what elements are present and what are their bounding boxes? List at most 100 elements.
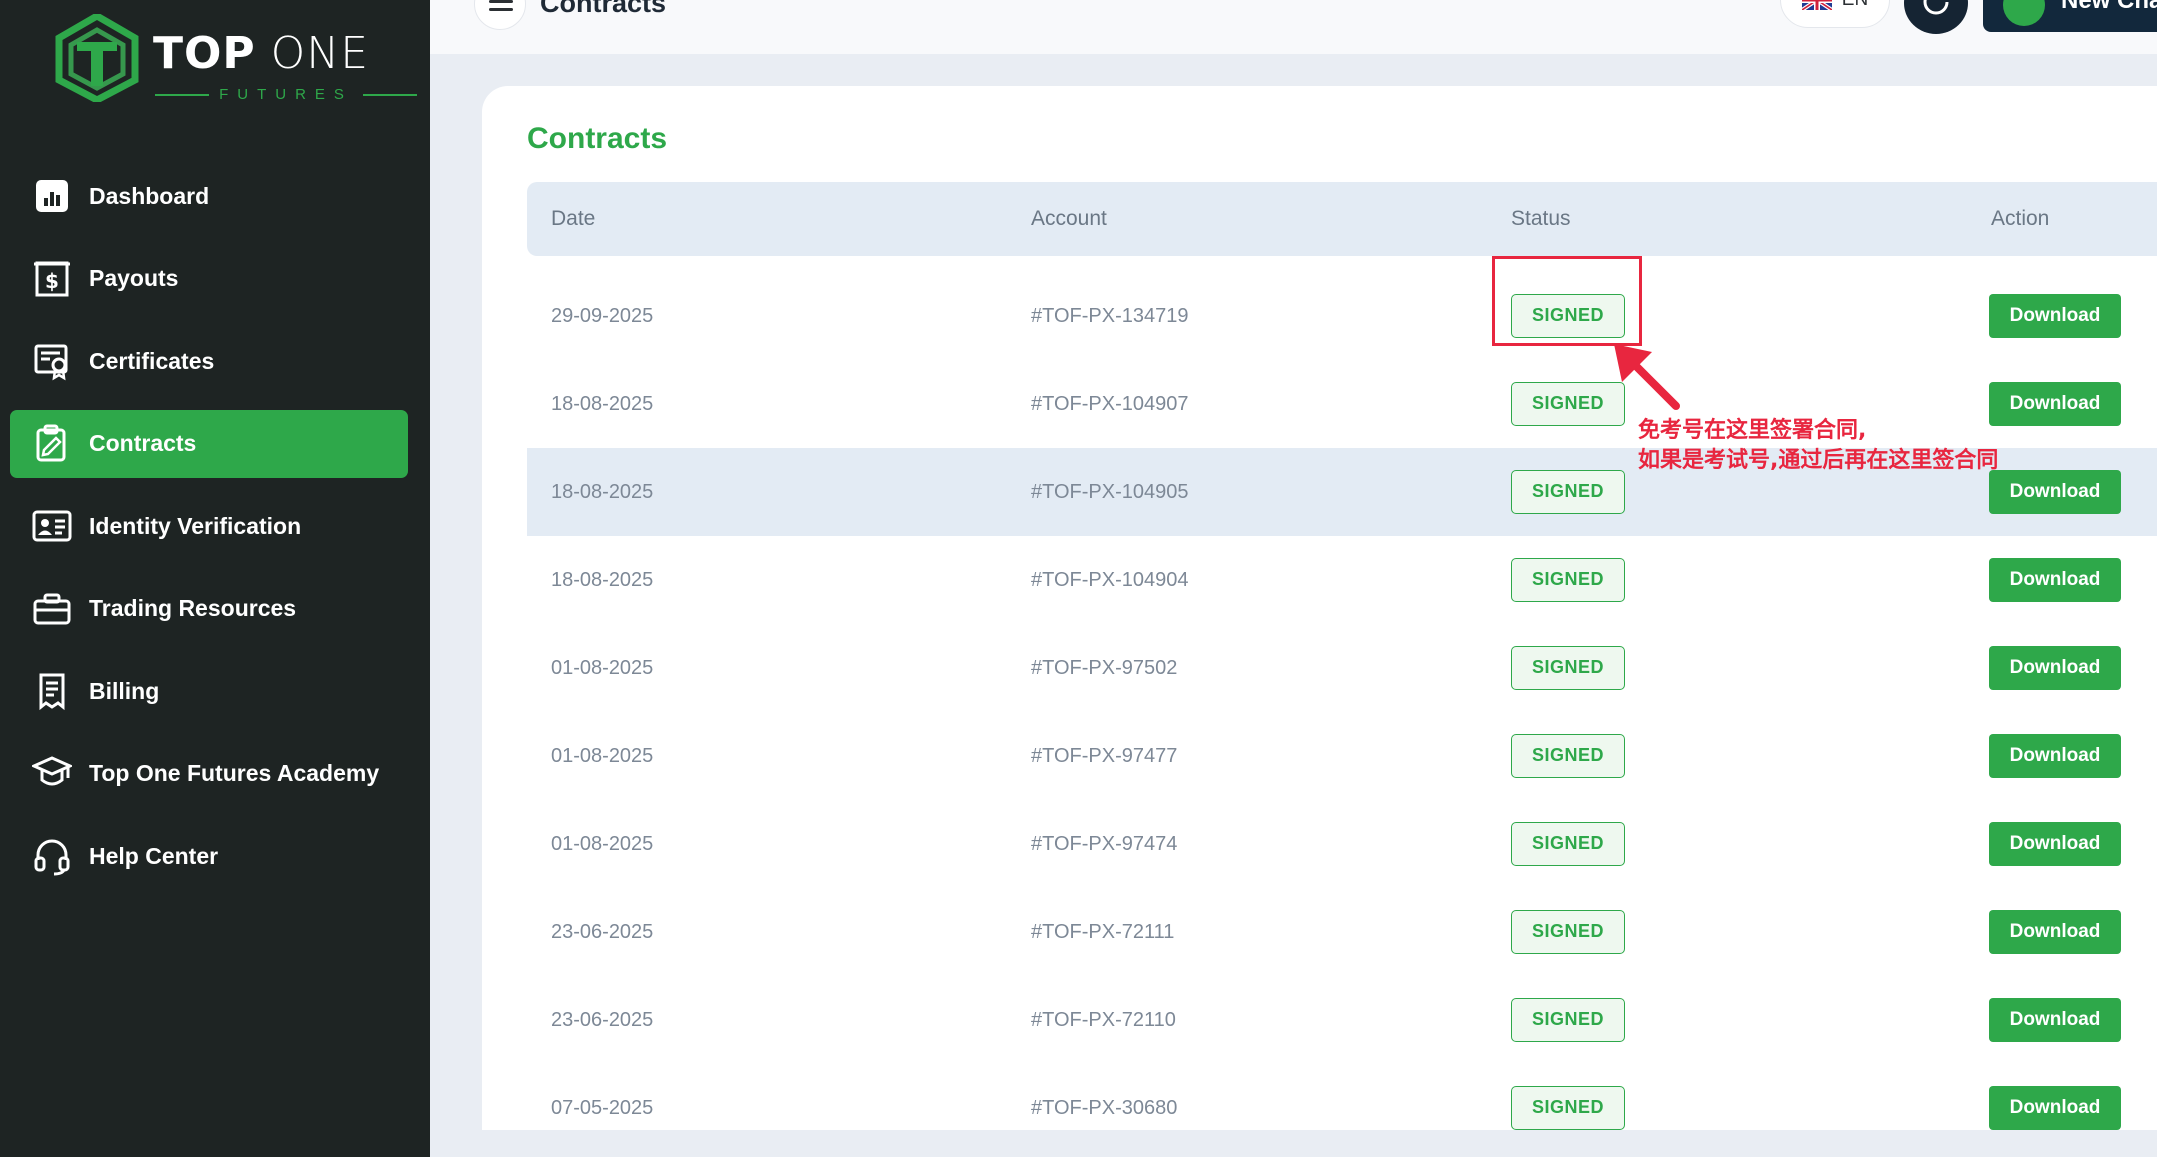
billing-icon (32, 671, 72, 711)
download-button[interactable]: Download (1989, 998, 2121, 1042)
sidebar-item-label: Billing (89, 677, 160, 704)
sidebar-item-label: Identity Verification (89, 512, 302, 539)
status-badge: SIGNED (1511, 558, 1625, 602)
column-header-date: Date (551, 207, 596, 230)
download-button[interactable]: Download (1989, 294, 2121, 338)
table-header: Date Account Status Action (527, 182, 2157, 256)
brand-name: TOP ONE (153, 28, 370, 79)
cell-account: #TOF-PX-104904 (1031, 569, 1189, 591)
theme-toggle-button[interactable] (1904, 0, 1968, 34)
card-title: Contracts (527, 122, 668, 155)
brand-subtitle: FUTURES (155, 86, 417, 103)
language-selector[interactable]: EN (1780, 0, 1890, 28)
annotation-highlight-box (1492, 256, 1642, 346)
sidebar-item-label: Dashboard (89, 182, 210, 209)
cell-date: 18-08-2025 (551, 393, 654, 415)
annotation-arrow-icon (1614, 344, 1680, 410)
table-row: 01-08-2025 #TOF-PX-97502 SIGNED Download (527, 624, 2157, 712)
page-title: Contracts (540, 0, 667, 18)
brand-logo[interactable]: TOP ONE FUTURES (55, 14, 417, 104)
sidebar-item-label: Help Center (89, 842, 219, 869)
sidebar-item-label: Trading Resources (89, 595, 297, 621)
sidebar-item-certificates[interactable]: Certificates (10, 327, 408, 395)
sidebar-item-dashboard[interactable]: Dashboard (10, 162, 408, 230)
new-challenge-button[interactable]: New Cha (1983, 0, 2157, 32)
table-row: 23-06-2025 #TOF-PX-72111 SIGNED Download (527, 888, 2157, 976)
table-row: 18-08-2025 #TOF-PX-104904 SIGNED Download (527, 536, 2157, 624)
column-header-account: Account (1031, 207, 1107, 230)
status-badge: SIGNED (1511, 470, 1625, 514)
status-badge: SIGNED (1511, 382, 1625, 426)
sidebar-item-help-center[interactable]: Help Center (10, 822, 408, 890)
refresh-icon (1923, 0, 1949, 15)
table-row: 01-08-2025 #TOF-PX-97477 SIGNED Download (527, 712, 2157, 800)
download-button[interactable]: Download (1989, 382, 2121, 426)
certificates-icon (32, 341, 72, 381)
page-bottom (430, 1130, 2157, 1157)
sidebar-item-payouts[interactable]: $ Payouts (10, 245, 408, 313)
contracts-card: Contracts Date Account Status Action 29-… (482, 86, 2157, 1130)
download-button[interactable]: Download (1989, 646, 2121, 690)
dashboard-icon (32, 176, 72, 216)
language-label: EN (1842, 0, 1868, 11)
briefcase-icon (32, 589, 72, 629)
cell-date: 01-08-2025 (551, 833, 654, 855)
status-badge: SIGNED (1511, 646, 1625, 690)
status-badge: SIGNED (1511, 998, 1625, 1042)
sidebar-item-contracts[interactable]: Contracts (10, 409, 408, 478)
chart-icon (2003, 0, 2045, 26)
cell-date: 18-08-2025 (551, 569, 654, 591)
column-header-status: Status (1511, 207, 1571, 230)
cell-date: 01-08-2025 (551, 745, 654, 767)
sidebar-item-billing[interactable]: Billing (10, 657, 408, 725)
annotation-note: 免考号在这里签署合同, 如果是考试号,通过后再在这里签合同 (1638, 416, 1998, 476)
download-button[interactable]: Download (1989, 558, 2121, 602)
menu-toggle-button[interactable] (474, 0, 526, 30)
logo-mark-icon (55, 14, 139, 102)
new-challenge-label: New Cha (2061, 0, 2157, 14)
download-button[interactable]: Download (1989, 734, 2121, 778)
sidebar-item-trading-resources[interactable]: Trading Resources (10, 575, 408, 643)
annotation-line-2: 如果是考试号,通过后再在这里签合同 (1638, 448, 1999, 473)
download-button[interactable]: Download (1989, 910, 2121, 954)
sidebar: TOP ONE FUTURES Dashboard $ Payouts Certifi… (0, 0, 430, 1157)
download-button[interactable]: Download (1989, 1086, 2121, 1130)
table-row: 23-06-2025 #TOF-PX-72110 SIGNED Download (527, 976, 2157, 1064)
sidebar-item-top-one-futures-academy[interactable]: Top One Futures Academy (10, 740, 408, 808)
sidebar-item-label: Certificates (89, 347, 215, 374)
cell-date: 01-08-2025 (551, 657, 654, 679)
cell-account: #TOF-PX-134719 (1031, 305, 1189, 327)
sidebar-item-identity-verification[interactable]: Identity Verification (10, 492, 408, 560)
payouts-icon: $ (32, 259, 72, 299)
status-badge: SIGNED (1511, 734, 1625, 778)
top-bar: Contracts EN New Cha (430, 0, 2157, 54)
cell-account: #TOF-PX-72110 (1031, 1009, 1176, 1031)
cell-account: #TOF-PX-97477 (1031, 745, 1178, 767)
sidebar-item-label: Contracts (89, 430, 197, 456)
annotation-line-1: 免考号在这里签署合同, (1638, 418, 1867, 443)
sidebar-item-label: Top One Futures Academy (89, 760, 380, 786)
cell-date: 18-08-2025 (551, 481, 654, 503)
id-card-icon (32, 506, 72, 546)
cell-date: 23-06-2025 (551, 921, 654, 943)
cell-date: 29-09-2025 (551, 305, 654, 327)
download-button[interactable]: Download (1989, 822, 2121, 866)
cell-account: #TOF-PX-104905 (1031, 481, 1189, 503)
uk-flag-icon (1801, 0, 1832, 10)
cell-account: #TOF-PX-72111 (1031, 921, 1175, 943)
table-row: 29-09-2025 #TOF-PX-134719 SIGNED Download (527, 272, 2157, 360)
contracts-icon (32, 424, 72, 464)
sidebar-item-label: Payouts (89, 265, 179, 291)
status-badge: SIGNED (1511, 822, 1625, 866)
cell-date: 23-06-2025 (551, 1009, 654, 1031)
cell-account: #TOF-PX-97502 (1031, 657, 1178, 679)
sidebar-nav: Dashboard $ Payouts Certificates Contracts Id… (10, 162, 408, 905)
column-header-action: Action (1991, 207, 2050, 230)
table-row: 01-08-2025 #TOF-PX-97474 SIGNED Download (527, 800, 2157, 888)
cell-account: #TOF-PX-97474 (1031, 833, 1178, 855)
status-badge: SIGNED (1511, 910, 1625, 954)
download-button[interactable]: Download (1989, 470, 2121, 514)
graduation-cap-icon (30, 754, 74, 794)
svg-text:$: $ (45, 269, 59, 293)
headset-icon (32, 836, 72, 876)
